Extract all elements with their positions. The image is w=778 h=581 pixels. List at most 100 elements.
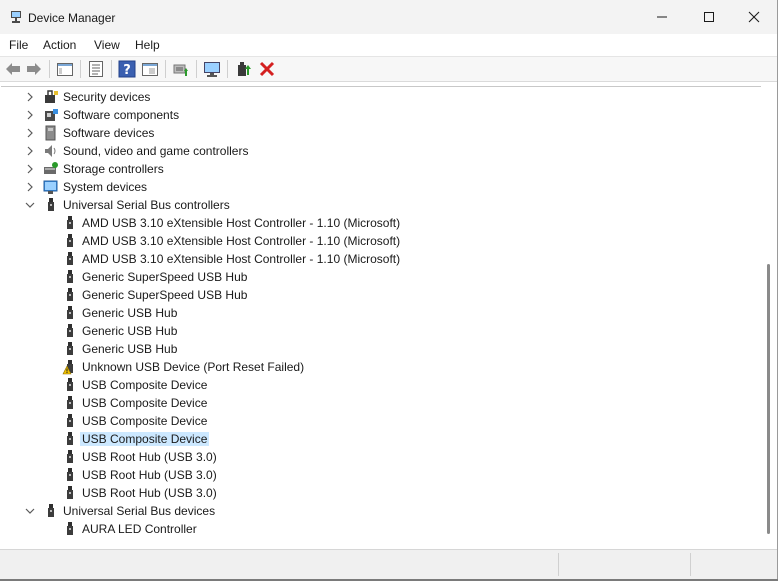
device-label[interactable]: AMD USB 3.10 eXtensible Host Controller …	[82, 234, 400, 248]
scan-hardware-icon[interactable]	[203, 60, 221, 78]
device-label[interactable]: Generic USB Hub	[82, 324, 177, 338]
close-button[interactable]	[731, 0, 777, 34]
device-label[interactable]: USB Root Hub (USB 3.0)	[82, 450, 217, 464]
usb-icon	[67, 234, 73, 247]
menu-action[interactable]: Action	[43, 38, 76, 52]
category-label[interactable]: Universal Serial Bus devices	[63, 504, 215, 518]
device-label[interactable]: AURA LED Controller	[82, 522, 197, 536]
usb-icon	[67, 216, 73, 229]
chevron-right-icon[interactable]	[25, 164, 35, 174]
tree-category-row[interactable]: Software components	[1, 106, 761, 124]
toolbar-separator	[227, 60, 228, 78]
storage-controller-icon	[44, 162, 58, 174]
toolbar-separator	[49, 60, 50, 78]
toolbar-separator	[111, 60, 112, 78]
tree-category-row[interactable]: Universal Serial Bus devices	[1, 502, 761, 520]
usb-icon	[67, 342, 73, 355]
computer-view-icon[interactable]	[141, 60, 159, 78]
tree-device-row[interactable]: USB Root Hub (USB 3.0)	[1, 448, 761, 466]
tree-device-row[interactable]: Generic USB Hub	[1, 340, 761, 358]
enable-device-icon[interactable]	[234, 60, 252, 78]
tree-device-row[interactable]: USB Composite Device	[1, 394, 761, 412]
category-label[interactable]: Sound, video and game controllers	[63, 144, 248, 158]
toolbar-separator	[165, 60, 166, 78]
tree-category-row[interactable]: Universal Serial Bus controllers	[1, 196, 761, 214]
tree-category-row[interactable]: Security devices	[1, 88, 761, 106]
device-label[interactable]: USB Composite Device	[82, 396, 207, 410]
device-label[interactable]: USB Root Hub (USB 3.0)	[82, 486, 217, 500]
help-icon[interactable]: ?	[118, 60, 136, 78]
tree-category-row[interactable]: Storage controllers	[1, 160, 761, 178]
uninstall-device-icon[interactable]	[258, 60, 276, 78]
device-label[interactable]: Generic USB Hub	[82, 306, 177, 320]
chevron-down-icon[interactable]	[25, 506, 35, 516]
chevron-right-icon[interactable]	[25, 146, 35, 156]
warning-icon	[62, 360, 73, 375]
security-device-icon	[45, 90, 58, 103]
status-bar	[0, 549, 777, 579]
forward-icon[interactable]	[25, 60, 43, 78]
tree-device-row[interactable]: Generic USB Hub	[1, 322, 761, 340]
tree-device-row[interactable]: Generic SuperSpeed USB Hub	[1, 286, 761, 304]
menu-help[interactable]: Help	[135, 38, 160, 52]
device-label[interactable]: Unknown USB Device (Port Reset Failed)	[82, 360, 304, 374]
menu-bar: File Action View Help	[0, 34, 777, 57]
minimize-button[interactable]	[639, 0, 685, 34]
device-tree[interactable]: Security devices Software components Softw…	[1, 86, 761, 549]
tree-device-row[interactable]: Generic USB Hub	[1, 304, 761, 322]
tree-device-row[interactable]: Unknown USB Device (Port Reset Failed)	[1, 358, 761, 376]
vertical-scrollbar[interactable]	[761, 86, 777, 548]
usb-icon	[67, 270, 73, 283]
toolbar: ?	[0, 57, 777, 82]
back-icon[interactable]	[4, 60, 22, 78]
category-label[interactable]: Security devices	[63, 90, 150, 104]
chevron-right-icon[interactable]	[25, 110, 35, 120]
category-label[interactable]: System devices	[63, 180, 147, 194]
status-bar-separator	[558, 553, 559, 576]
properties-window-icon[interactable]	[56, 60, 74, 78]
title-bar[interactable]: Device Manager	[0, 0, 777, 34]
tree-device-row[interactable]: USB Composite Device	[1, 412, 761, 430]
category-label[interactable]: Universal Serial Bus controllers	[63, 198, 230, 212]
chevron-down-icon[interactable]	[25, 200, 35, 210]
tree-category-row[interactable]: Software devices	[1, 124, 761, 142]
maximize-button[interactable]	[686, 0, 732, 34]
device-label[interactable]: Generic USB Hub	[82, 342, 177, 356]
usb-icon	[67, 288, 73, 301]
device-label[interactable]: USB Composite Device	[82, 414, 207, 428]
tree-device-row[interactable]: AMD USB 3.10 eXtensible Host Controller …	[1, 232, 761, 250]
update-driver-icon[interactable]	[172, 60, 190, 78]
tree-device-row[interactable]: AMD USB 3.10 eXtensible Host Controller …	[1, 214, 761, 232]
usb-icon	[67, 396, 73, 409]
chevron-right-icon[interactable]	[25, 182, 35, 192]
tree-device-row[interactable]: AMD USB 3.10 eXtensible Host Controller …	[1, 250, 761, 268]
tree-device-row[interactable]: USB Root Hub (USB 3.0)	[1, 484, 761, 502]
tree-device-row[interactable]: USB Composite Device	[1, 376, 761, 394]
device-label[interactable]: AMD USB 3.10 eXtensible Host Controller …	[82, 252, 400, 266]
device-label[interactable]: Generic SuperSpeed USB Hub	[82, 288, 247, 302]
menu-view[interactable]: View	[94, 38, 120, 52]
svg-text:?: ?	[123, 63, 131, 78]
usb-icon	[67, 468, 73, 481]
menu-file[interactable]: File	[9, 38, 28, 52]
tree-category-row[interactable]: Sound, video and game controllers	[1, 142, 761, 160]
tree-device-row[interactable]: USB Composite Device	[1, 430, 761, 448]
list-view-icon[interactable]	[87, 60, 105, 78]
usb-icon	[67, 450, 73, 463]
scrollbar-thumb[interactable]	[767, 264, 770, 534]
chevron-right-icon[interactable]	[25, 92, 35, 102]
maximize-icon	[704, 12, 714, 22]
device-label[interactable]: AMD USB 3.10 eXtensible Host Controller …	[82, 216, 400, 230]
category-label[interactable]: Software components	[63, 108, 179, 122]
device-label[interactable]: USB Root Hub (USB 3.0)	[82, 468, 217, 482]
device-label[interactable]: Generic SuperSpeed USB Hub	[82, 270, 247, 284]
tree-category-row[interactable]: System devices	[1, 178, 761, 196]
tree-device-row[interactable]: AURA LED Controller	[1, 520, 761, 538]
tree-device-row[interactable]: USB Root Hub (USB 3.0)	[1, 466, 761, 484]
category-label[interactable]: Storage controllers	[63, 162, 164, 176]
device-label[interactable]: USB Composite Device	[82, 378, 207, 392]
tree-device-row[interactable]: Generic SuperSpeed USB Hub	[1, 268, 761, 286]
device-label[interactable]: USB Composite Device	[80, 432, 210, 446]
chevron-right-icon[interactable]	[25, 128, 35, 138]
category-label[interactable]: Software devices	[63, 126, 154, 140]
